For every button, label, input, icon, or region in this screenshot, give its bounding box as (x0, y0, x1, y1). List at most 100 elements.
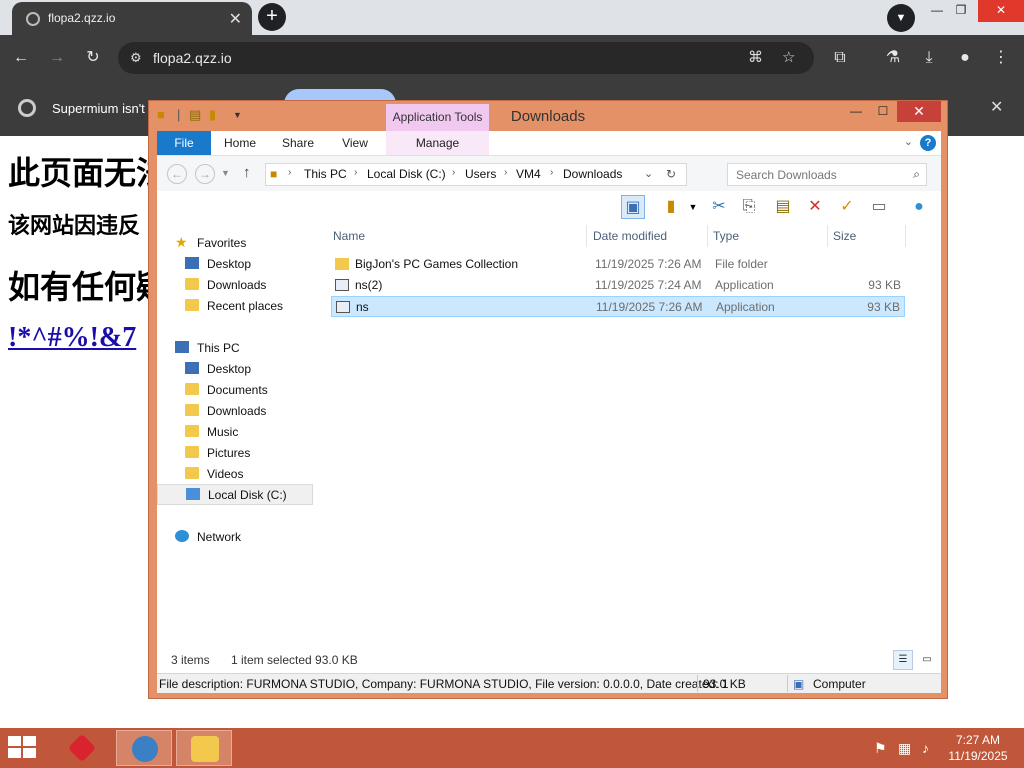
breadcrumb-chevron-icon[interactable]: › (550, 167, 553, 178)
copy-icon[interactable]: ⎘ (737, 195, 761, 219)
translate-icon[interactable]: ⌘ (748, 48, 763, 66)
network-tray-icon[interactable]: ▦ (898, 740, 911, 757)
breadcrumb-local-disk[interactable]: Local Disk (C:) (367, 167, 446, 181)
large-icons-view-icon[interactable]: ▭ (917, 650, 937, 670)
table-row[interactable]: BigJon's PC Games Collection 11/19/2025 … (331, 254, 905, 275)
cut-icon[interactable]: ✂ (707, 195, 731, 219)
breadcrumb-chevron-icon[interactable]: › (354, 167, 357, 178)
breadcrumb-chevron-icon[interactable]: › (504, 167, 507, 178)
url-text[interactable]: flopa2.qzz.io (153, 50, 232, 66)
address-breadcrumb-bar[interactable]: ■ › This PC › Local Disk (C:) › Users › … (265, 163, 687, 186)
paste-icon[interactable]: ▤ (771, 195, 795, 219)
menu-kebab-icon[interactable]: ⋮ (990, 47, 1012, 69)
download-icon[interactable]: ⤓ (918, 47, 940, 69)
column-header-type[interactable]: Type (713, 229, 739, 243)
tab-file[interactable]: File (157, 131, 211, 155)
search-icon[interactable]: ⌕ (913, 167, 920, 182)
nav-fav-downloads[interactable]: Downloads (157, 275, 313, 296)
close-icon[interactable]: ✕ (990, 97, 1003, 117)
start-button[interactable] (8, 736, 38, 760)
forward-icon[interactable]: → (46, 47, 68, 69)
column-divider[interactable] (586, 225, 587, 247)
column-header-name[interactable]: Name (333, 229, 365, 243)
nav-this-pc[interactable]: This PC (157, 338, 313, 359)
breadcrumb-this-pc[interactable]: This PC (304, 167, 347, 181)
nav-pc-videos[interactable]: Videos (157, 464, 313, 485)
delete-icon[interactable]: ✕ (803, 195, 827, 219)
refresh-icon[interactable]: ↻ (666, 167, 676, 181)
taskbar-clock[interactable]: 7:27 AM 11/19/2025 (938, 732, 1018, 764)
properties-icon[interactable]: ▭ (867, 195, 891, 219)
rename-check-icon[interactable]: ✓ (835, 195, 859, 219)
column-divider[interactable] (905, 225, 906, 247)
folder-options-icon[interactable]: ▮ (659, 195, 683, 219)
breadcrumb-downloads[interactable]: Downloads (563, 167, 622, 181)
nav-pc-documents[interactable]: Documents (157, 380, 313, 401)
nav-fav-recent[interactable]: Recent places (157, 296, 313, 317)
tab-manage[interactable]: Manage (386, 131, 489, 155)
profile-avatar-icon[interactable]: ● (954, 47, 976, 69)
tab-search-button[interactable]: ▼ (887, 4, 915, 32)
nav-pc-music[interactable]: Music (157, 422, 313, 443)
reload-icon[interactable]: ↻ (82, 47, 104, 69)
column-header-size[interactable]: Size (833, 229, 856, 243)
table-row[interactable]: ns(2) 11/19/2025 7:24 AM Application 93 … (331, 275, 905, 296)
address-bar[interactable]: ⚙ flopa2.qzz.io ⌘ ☆ (118, 42, 814, 74)
address-dropdown-icon[interactable]: ⌄ (644, 167, 653, 180)
explorer-titlebar[interactable]: ■ | ▤ ▮ ▼ Application Tools Downloads — … (149, 101, 947, 131)
search-box[interactable]: Search Downloads ⌕ (727, 163, 927, 186)
file-name: BigJon's PC Games Collection (355, 257, 519, 271)
explorer-close-button[interactable]: ✕ (897, 101, 941, 122)
forward-arrow-icon[interactable]: → (195, 164, 215, 184)
nav-pc-pictures[interactable]: Pictures (157, 443, 313, 464)
column-divider[interactable] (707, 225, 708, 247)
taskbar-app-red[interactable] (54, 730, 110, 766)
close-window-button[interactable]: ✕ (978, 0, 1024, 22)
preview-pane-icon[interactable]: ▣ (621, 195, 645, 219)
explorer-maximize-button[interactable]: ☐ (870, 101, 896, 122)
new-tab-button[interactable]: + (258, 3, 286, 31)
details-view-icon[interactable]: ☰ (893, 650, 913, 670)
computer-icon (175, 341, 189, 353)
nav-pc-local-disk[interactable]: Local Disk (C:) (157, 484, 313, 505)
restore-button[interactable]: ❐ (946, 0, 976, 22)
pictures-folder-icon (185, 446, 199, 458)
nav-pc-desktop[interactable]: Desktop (157, 359, 313, 380)
taskbar-app-explorer[interactable] (176, 730, 232, 766)
back-icon[interactable]: ← (10, 47, 32, 69)
navigation-pane: ★ Favorites Desktop Downloads Recent pla… (157, 223, 317, 673)
expand-ribbon-icon[interactable]: ⌄ (904, 135, 913, 148)
nav-pc-downloads[interactable]: Downloads (157, 401, 313, 422)
labs-flask-icon[interactable]: ⚗ (882, 47, 904, 69)
action-center-flag-icon[interactable]: ⚑ (874, 740, 887, 757)
taskbar-app-browser[interactable] (116, 730, 172, 766)
bookmark-star-icon[interactable]: ☆ (782, 48, 795, 66)
tab-home[interactable]: Home (219, 131, 261, 155)
breadcrumb-chevron-icon[interactable]: › (288, 167, 291, 178)
nav-favorites[interactable]: ★ Favorites (157, 233, 313, 254)
site-info-icon[interactable]: ⚙ (130, 50, 142, 66)
options-dropdown-icon[interactable]: ▼ (681, 195, 705, 219)
volume-muted-icon[interactable]: ♪ (922, 740, 929, 756)
nav-network[interactable]: Network (157, 527, 313, 548)
column-header-date[interactable]: Date modified (593, 229, 667, 243)
close-tab-icon[interactable]: ✕ (229, 9, 242, 29)
network-globe-icon[interactable]: ● (907, 195, 931, 219)
help-icon[interactable]: ? (920, 135, 936, 151)
breadcrumb-users[interactable]: Users (465, 167, 496, 181)
back-arrow-icon[interactable]: ← (167, 164, 187, 184)
recent-locations-icon[interactable]: ▼ (221, 168, 230, 178)
table-row-selected[interactable]: ns 11/19/2025 7:26 AM Application 93 KB (331, 296, 905, 317)
search-placeholder[interactable]: Search Downloads (736, 168, 837, 182)
tab-view[interactable]: View (337, 131, 373, 155)
breadcrumb-vm4[interactable]: VM4 (516, 167, 541, 181)
browser-tab[interactable]: flopa2.qzz.io ✕ (12, 2, 252, 35)
page-link[interactable]: !*^#%!&7 (8, 322, 136, 354)
tab-share[interactable]: Share (277, 131, 319, 155)
breadcrumb-chevron-icon[interactable]: › (452, 167, 455, 178)
nav-fav-desktop[interactable]: Desktop (157, 254, 313, 275)
extensions-icon[interactable]: ⧉ (829, 47, 851, 69)
column-divider[interactable] (827, 225, 828, 247)
up-arrow-icon[interactable]: ↑ (243, 164, 251, 181)
explorer-minimize-button[interactable]: — (843, 101, 869, 122)
